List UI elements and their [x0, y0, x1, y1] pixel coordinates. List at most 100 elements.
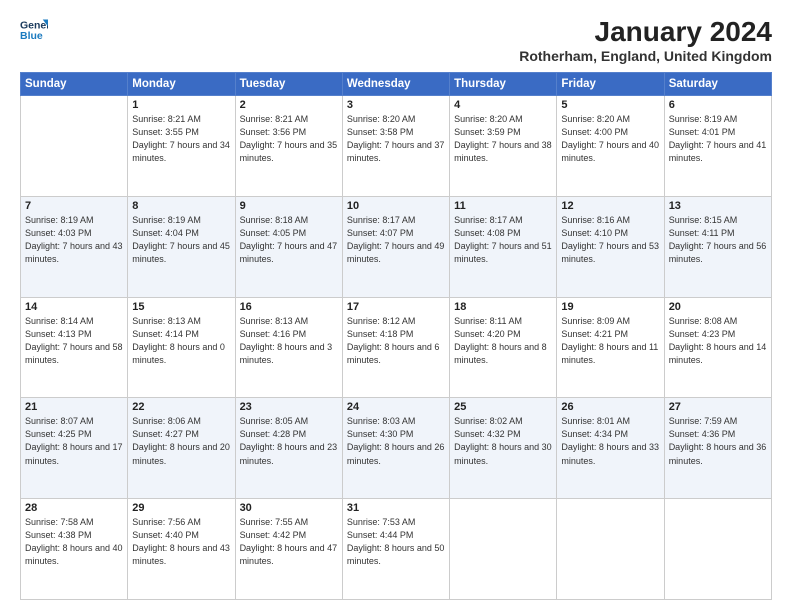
cell-text: Sunrise: 8:19 AMSunset: 4:03 PMDaylight:… — [25, 214, 123, 266]
cell-text: Sunrise: 8:19 AMSunset: 4:01 PMDaylight:… — [669, 113, 767, 165]
calendar-week-row: 7Sunrise: 8:19 AMSunset: 4:03 PMDaylight… — [21, 196, 772, 297]
table-row: 10Sunrise: 8:17 AMSunset: 4:07 PMDayligh… — [342, 196, 449, 297]
day-number: 19 — [561, 301, 659, 313]
cell-text: Sunrise: 8:20 AMSunset: 4:00 PMDaylight:… — [561, 113, 659, 165]
cell-text: Sunrise: 8:08 AMSunset: 4:23 PMDaylight:… — [669, 315, 767, 367]
table-row: 26 Sunrise: 8:01 AMSunset: 4:34 PMDayligh… — [557, 398, 664, 499]
calendar-header-row: Sunday Monday Tuesday Wednesday Thursday… — [21, 73, 772, 96]
col-wednesday: Wednesday — [342, 73, 449, 96]
table-row: 19 Sunrise: 8:09 AMSunset: 4:21 PMDayligh… — [557, 297, 664, 398]
calendar-table: Sunday Monday Tuesday Wednesday Thursday… — [20, 72, 772, 600]
cell-text: Sunrise: 8:11 AMSunset: 4:20 PMDaylight:… — [454, 315, 552, 367]
table-row — [450, 499, 557, 600]
logo-icon: General Blue — [20, 16, 48, 44]
cell-text: Sunrise: 8:21 AMSunset: 3:55 PMDaylight:… — [132, 113, 230, 165]
table-row: 16Sunrise: 8:13 AMSunset: 4:16 PMDayligh… — [235, 297, 342, 398]
day-number: 23 — [240, 401, 338, 413]
cell-text: Sunrise: 7:55 AMSunset: 4:42 PMDaylight:… — [240, 516, 338, 568]
cell-text: Sunrise: 8:02 AMSunset: 4:32 PMDaylight:… — [454, 415, 552, 467]
table-row: 7Sunrise: 8:19 AMSunset: 4:03 PMDaylight… — [21, 196, 128, 297]
day-number: 14 — [25, 301, 123, 313]
day-number: 26 — [561, 401, 659, 413]
cell-text: Sunrise: 8:09 AMSunset: 4:21 PMDaylight:… — [561, 315, 659, 367]
cell-text: Sunrise: 8:12 AMSunset: 4:18 PMDaylight:… — [347, 315, 445, 367]
cell-text: Sunrise: 7:58 AMSunset: 4:38 PMDaylight:… — [25, 516, 123, 568]
table-row: 2Sunrise: 8:21 AMSunset: 3:56 PMDaylight… — [235, 96, 342, 197]
table-row: 21 Sunrise: 8:07 AMSunset: 4:25 PMDayligh… — [21, 398, 128, 499]
cell-text: Sunrise: 7:53 AMSunset: 4:44 PMDaylight:… — [347, 516, 445, 568]
table-row: 4 Sunrise: 8:20 AMSunset: 3:59 PMDaylight… — [450, 96, 557, 197]
day-number: 21 — [25, 401, 123, 413]
table-row: 30 Sunrise: 7:55 AMSunset: 4:42 PMDayligh… — [235, 499, 342, 600]
cell-text: Sunrise: 8:15 AMSunset: 4:11 PMDaylight:… — [669, 214, 767, 266]
col-saturday: Saturday — [664, 73, 771, 96]
logo: General Blue — [20, 16, 48, 44]
cell-text: Sunrise: 8:14 AMSunset: 4:13 PMDaylight:… — [25, 315, 123, 367]
calendar-week-row: 28 Sunrise: 7:58 AMSunset: 4:38 PMDayligh… — [21, 499, 772, 600]
day-number: 13 — [669, 200, 767, 212]
table-row — [557, 499, 664, 600]
page: General Blue January 2024 Rotherham, Eng… — [0, 0, 792, 612]
day-number: 6 — [669, 99, 767, 111]
cell-text: Sunrise: 7:56 AMSunset: 4:40 PMDaylight:… — [132, 516, 230, 568]
cell-text: Sunrise: 8:18 AMSunset: 4:05 PMDaylight:… — [240, 214, 338, 266]
col-friday: Friday — [557, 73, 664, 96]
table-row: 23Sunrise: 8:05 AMSunset: 4:28 PMDayligh… — [235, 398, 342, 499]
col-thursday: Thursday — [450, 73, 557, 96]
table-row: 29 Sunrise: 7:56 AMSunset: 4:40 PMDayligh… — [128, 499, 235, 600]
day-number: 29 — [132, 502, 230, 514]
cell-text: Sunrise: 8:06 AMSunset: 4:27 PMDaylight:… — [132, 415, 230, 467]
table-row: 27 Sunrise: 7:59 AMSunset: 4:36 PMDayligh… — [664, 398, 771, 499]
header: General Blue January 2024 Rotherham, Eng… — [20, 16, 772, 64]
table-row: 28 Sunrise: 7:58 AMSunset: 4:38 PMDayligh… — [21, 499, 128, 600]
cell-text: Sunrise: 8:20 AMSunset: 3:59 PMDaylight:… — [454, 113, 552, 165]
table-row: 22 Sunrise: 8:06 AMSunset: 4:27 PMDayligh… — [128, 398, 235, 499]
day-number: 30 — [240, 502, 338, 514]
table-row: 6 Sunrise: 8:19 AMSunset: 4:01 PMDaylight… — [664, 96, 771, 197]
day-number: 22 — [132, 401, 230, 413]
day-number: 15 — [132, 301, 230, 313]
day-number: 12 — [561, 200, 659, 212]
table-row: 13 Sunrise: 8:15 AMSunset: 4:11 PMDayligh… — [664, 196, 771, 297]
table-row: 11Sunrise: 8:17 AMSunset: 4:08 PMDayligh… — [450, 196, 557, 297]
day-number: 11 — [454, 200, 552, 212]
table-row: 3Sunrise: 8:20 AMSunset: 3:58 PMDaylight… — [342, 96, 449, 197]
cell-text: Sunrise: 8:13 AMSunset: 4:14 PMDaylight:… — [132, 315, 230, 367]
calendar-week-row: 21 Sunrise: 8:07 AMSunset: 4:25 PMDayligh… — [21, 398, 772, 499]
col-tuesday: Tuesday — [235, 73, 342, 96]
col-sunday: Sunday — [21, 73, 128, 96]
day-number: 20 — [669, 301, 767, 313]
cell-text: Sunrise: 7:59 AMSunset: 4:36 PMDaylight:… — [669, 415, 767, 467]
cell-text: Sunrise: 8:07 AMSunset: 4:25 PMDaylight:… — [25, 415, 123, 467]
day-number: 1 — [132, 99, 230, 111]
cell-text: Sunrise: 8:13 AMSunset: 4:16 PMDaylight:… — [240, 315, 338, 367]
cell-text: Sunrise: 8:01 AMSunset: 4:34 PMDaylight:… — [561, 415, 659, 467]
cell-text: Sunrise: 8:19 AMSunset: 4:04 PMDaylight:… — [132, 214, 230, 266]
day-number: 25 — [454, 401, 552, 413]
day-number: 27 — [669, 401, 767, 413]
day-number: 24 — [347, 401, 445, 413]
table-row: 17 Sunrise: 8:12 AMSunset: 4:18 PMDayligh… — [342, 297, 449, 398]
day-number: 18 — [454, 301, 552, 313]
day-number: 17 — [347, 301, 445, 313]
day-number: 8 — [132, 200, 230, 212]
table-row: 18 Sunrise: 8:11 AMSunset: 4:20 PMDayligh… — [450, 297, 557, 398]
col-monday: Monday — [128, 73, 235, 96]
table-row: 1 Sunrise: 8:21 AMSunset: 3:55 PMDaylight… — [128, 96, 235, 197]
table-row: 24Sunrise: 8:03 AMSunset: 4:30 PMDayligh… — [342, 398, 449, 499]
table-row: 5 Sunrise: 8:20 AMSunset: 4:00 PMDaylight… — [557, 96, 664, 197]
table-row: 9 Sunrise: 8:18 AMSunset: 4:05 PMDaylight… — [235, 196, 342, 297]
day-number: 28 — [25, 502, 123, 514]
subtitle: Rotherham, England, United Kingdom — [519, 48, 772, 64]
calendar-week-row: 14 Sunrise: 8:14 AMSunset: 4:13 PMDayligh… — [21, 297, 772, 398]
table-row: 12 Sunrise: 8:16 AMSunset: 4:10 PMDayligh… — [557, 196, 664, 297]
cell-text: Sunrise: 8:16 AMSunset: 4:10 PMDaylight:… — [561, 214, 659, 266]
calendar-week-row: 1 Sunrise: 8:21 AMSunset: 3:55 PMDaylight… — [21, 96, 772, 197]
day-number: 9 — [240, 200, 338, 212]
table-row: 8 Sunrise: 8:19 AMSunset: 4:04 PMDaylight… — [128, 196, 235, 297]
day-number: 5 — [561, 99, 659, 111]
day-number: 31 — [347, 502, 445, 514]
main-title: January 2024 — [519, 16, 772, 48]
day-number: 2 — [240, 99, 338, 111]
day-number: 4 — [454, 99, 552, 111]
